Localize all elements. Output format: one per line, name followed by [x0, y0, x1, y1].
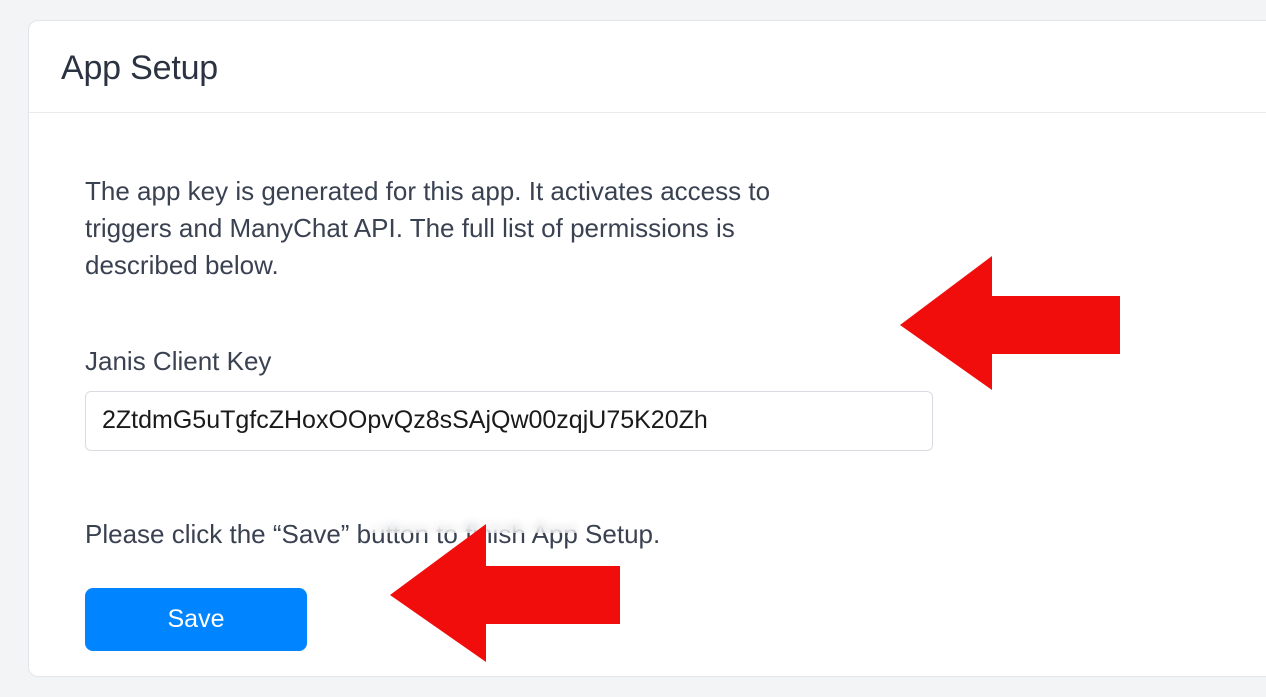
- card-body: The app key is generated for this app. I…: [29, 113, 1266, 691]
- app-key-description: The app key is generated for this app. I…: [85, 173, 845, 284]
- client-key-label: Janis Client Key: [85, 346, 1210, 377]
- page-title: App Setup: [61, 49, 1234, 88]
- client-key-input[interactable]: [85, 391, 933, 451]
- app-setup-card: App Setup The app key is generated for t…: [28, 20, 1266, 677]
- card-header: App Setup: [29, 21, 1266, 113]
- save-instruction: Please click the “Save” button to finish…: [85, 519, 1210, 550]
- save-button[interactable]: Save: [85, 588, 307, 651]
